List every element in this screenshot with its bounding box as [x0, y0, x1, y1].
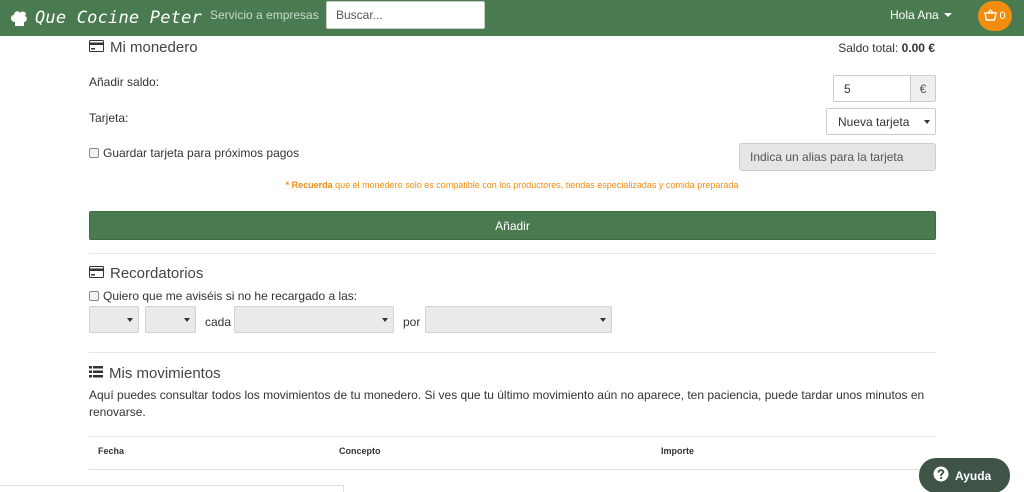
reminders-title: Recordatorios: [110, 265, 204, 282]
total-balance: Saldo total: 0.00 €: [838, 41, 935, 55]
dropdown-arrow-icon: [382, 318, 388, 322]
cart-count: 0: [999, 10, 1006, 22]
basket-icon: [984, 8, 999, 24]
wallet-title: Mi monedero: [110, 39, 198, 56]
table-header-border: [89, 469, 936, 470]
reminders-section-title: Recordatorios: [89, 265, 203, 282]
user-greeting: Hola Ana: [890, 8, 939, 22]
reminder-checkbox[interactable]: [89, 291, 99, 301]
user-menu-toggle[interactable]: Hola Ana: [890, 8, 952, 22]
currency-addon: €: [910, 75, 936, 102]
help-label: Ayuda: [955, 468, 992, 483]
reminder-frequency-select[interactable]: [234, 306, 394, 333]
column-header-amount: Importe: [661, 446, 695, 456]
credit-card-icon: [89, 39, 110, 56]
section-divider: [89, 253, 936, 254]
credit-card-icon: [89, 265, 110, 282]
top-navbar: Que Cocine Peter Servicio a empresas Hol…: [0, 0, 1024, 36]
dropdown-arrow-icon: [924, 120, 930, 124]
column-header-concept: Concepto: [339, 446, 381, 456]
question-circle-icon: [933, 466, 955, 485]
card-label: Tarjeta:: [89, 111, 129, 125]
cart-button[interactable]: 0: [978, 1, 1012, 31]
business-service-link[interactable]: Servicio a empresas: [210, 8, 319, 22]
table-top-border: [89, 436, 936, 437]
save-card-label: Guardar tarjeta para próximos pagos: [103, 146, 300, 160]
chef-hat-icon: [9, 8, 29, 28]
status-tooltip: [0, 485, 344, 492]
movements-title: Mis movimientos: [109, 365, 221, 382]
card-alias-placeholder: Indica un alias para la tarjeta: [750, 150, 904, 164]
caret-down-icon: [943, 13, 952, 17]
save-card-row: Guardar tarjeta para próximos pagos: [89, 146, 299, 160]
wallet-section-title: Mi monedero: [89, 39, 198, 56]
search-input[interactable]: [326, 1, 485, 29]
add-balance-label: Añadir saldo:: [89, 75, 160, 89]
note-text: que el monedero solo es compatible con l…: [332, 180, 739, 190]
help-button[interactable]: Ayuda: [919, 458, 1010, 492]
wallet-compatibility-note: * Recuerda que el monedero solo es compa…: [0, 180, 1024, 190]
amount-input-group: €: [833, 75, 936, 102]
dropdown-arrow-icon: [127, 318, 133, 322]
balance-label: Saldo total:: [838, 41, 899, 55]
column-header-date: Fecha: [98, 446, 125, 456]
every-label: cada: [205, 315, 232, 329]
save-card-checkbox[interactable]: [89, 148, 99, 158]
card-alias-input[interactable]: Indica un alias para la tarjeta: [739, 143, 936, 171]
note-emphasis: * Recuerda: [285, 180, 333, 190]
reminder-hour-select[interactable]: [89, 306, 139, 333]
reminder-label: Quiero que me aviséis si no he recargado…: [103, 289, 358, 303]
movements-description: Aquí puedes consultar todos los movimien…: [89, 388, 925, 419]
reminder-row: Quiero que me aviséis si no he recargado…: [89, 289, 357, 303]
section-divider: [89, 352, 936, 353]
movements-section-title: Mis movimientos: [89, 365, 221, 382]
add-balance-button[interactable]: Añadir: [89, 211, 936, 240]
dropdown-arrow-icon: [600, 318, 606, 322]
balance-value: 0.00 €: [901, 41, 935, 55]
list-icon: [89, 365, 109, 382]
by-label: por: [403, 315, 421, 329]
card-select[interactable]: Nueva tarjeta: [826, 108, 936, 135]
reminder-amount-select[interactable]: [425, 306, 612, 333]
brand-logo[interactable]: Que Cocine Peter: [9, 6, 202, 30]
reminder-minute-select[interactable]: [145, 306, 196, 333]
dropdown-arrow-icon: [184, 318, 190, 322]
card-selected-value: Nueva tarjeta: [838, 114, 910, 129]
amount-input[interactable]: [833, 75, 910, 102]
brand-name: Que Cocine Peter: [35, 8, 202, 28]
